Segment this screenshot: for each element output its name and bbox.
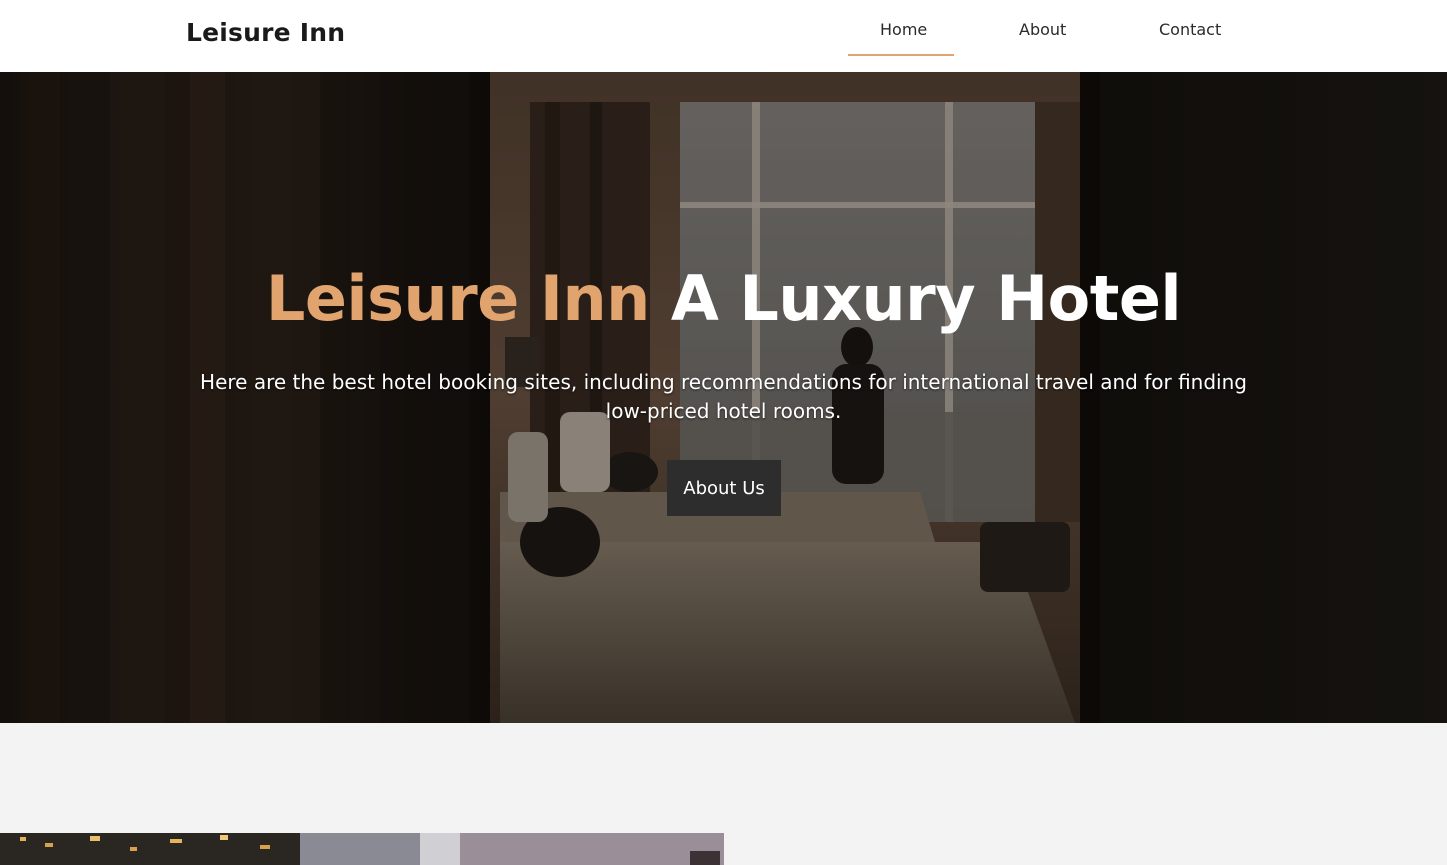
hero-section: Leisure Inn A Luxury Hotel Here are the … xyxy=(0,72,1447,723)
hero-title-accent: Leisure Inn xyxy=(265,262,650,335)
navbar: Leisure Inn Home About Contact xyxy=(0,0,1447,72)
active-nav-indicator xyxy=(848,54,954,56)
hero-title-rest: A Luxury Hotel xyxy=(670,262,1182,335)
content-section xyxy=(0,723,1447,865)
nav-link-about[interactable]: About xyxy=(1019,20,1066,39)
about-us-button[interactable]: About Us xyxy=(667,460,781,516)
hero-title: Leisure Inn A Luxury Hotel xyxy=(0,262,1447,335)
brand-logo[interactable]: Leisure Inn xyxy=(186,18,345,47)
nav-link-home[interactable]: Home xyxy=(880,20,927,39)
city-preview-image xyxy=(0,833,724,865)
nav-link-contact[interactable]: Contact xyxy=(1159,20,1221,39)
hero-subtitle: Here are the best hotel booking sites, i… xyxy=(200,370,1247,423)
